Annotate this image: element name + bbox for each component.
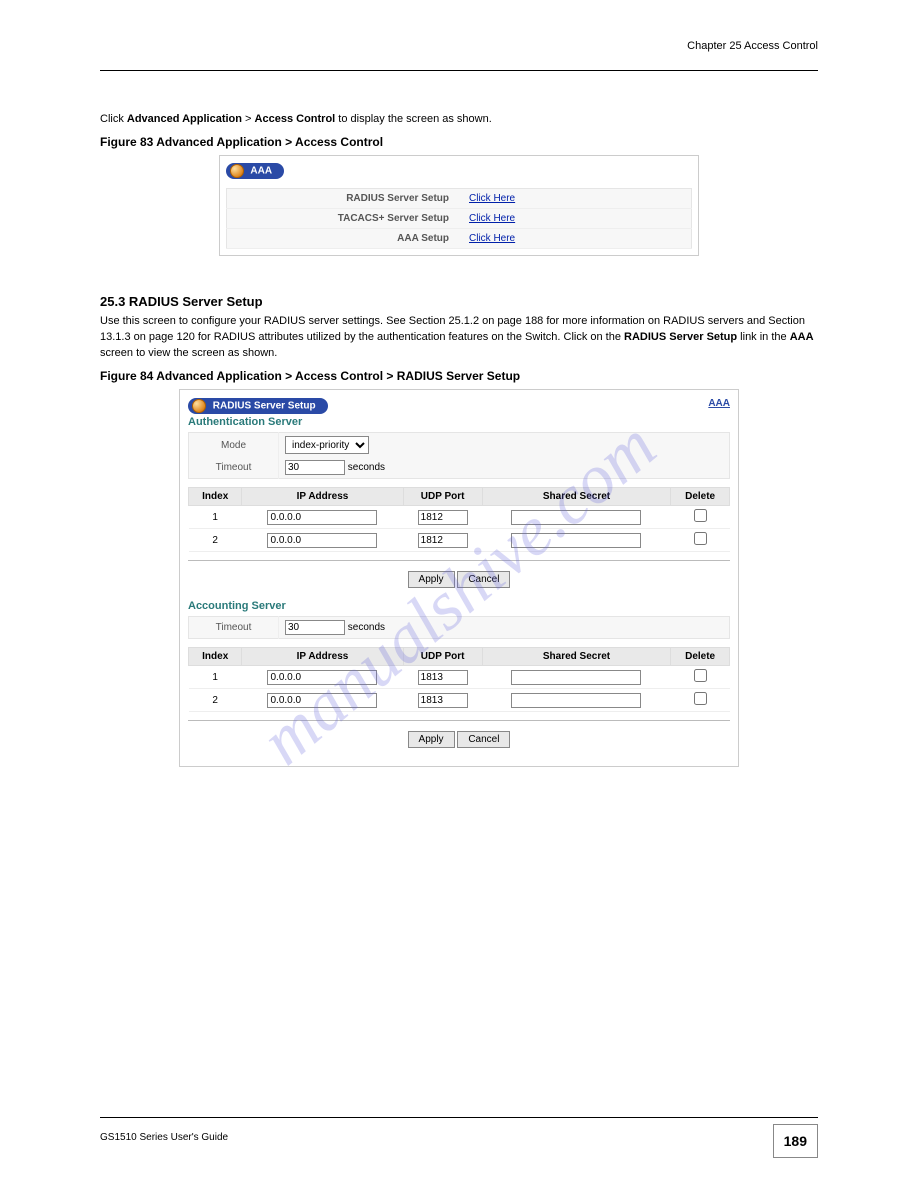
table-header-row: Index IP Address UDP Port Shared Secret … <box>189 488 730 506</box>
chapter-header: Chapter 25 Access Control <box>687 40 818 52</box>
radius-title: RADIUS Server Setup <box>213 401 316 412</box>
auth-ip-input[interactable] <box>267 510 377 525</box>
auth-port-input[interactable] <box>418 510 468 525</box>
aaa-title: AAA <box>250 165 272 176</box>
acct-config-table: Timeout seconds <box>188 616 730 639</box>
acct-timeout-unit: seconds <box>348 622 385 633</box>
acct-timeout-label: Timeout <box>189 617 279 639</box>
top-rule <box>100 70 818 71</box>
acct-ip-input[interactable] <box>267 670 377 685</box>
auth-port-input[interactable] <box>418 533 468 548</box>
acct-server-title: Accounting Server <box>188 600 286 612</box>
radius-panel: AAA RADIUS Server Setup Authentication S… <box>179 389 739 767</box>
aaa-row-label: TACACS+ Server Setup <box>227 209 460 229</box>
col-ip: IP Address <box>242 488 403 506</box>
page-number: 189 <box>773 1124 818 1158</box>
acct-apply-button[interactable]: Apply <box>408 731 455 748</box>
col-index: Index <box>189 488 242 506</box>
aaa-clickhere-link[interactable]: Click Here <box>469 213 515 224</box>
figure2-caption: Figure 84 Advanced Application > Access … <box>100 369 818 383</box>
aaa-row-label: RADIUS Server Setup <box>227 189 460 209</box>
auth-timeout-input[interactable] <box>285 460 345 475</box>
auth-server-title: Authentication Server <box>188 416 302 428</box>
col-delete: Delete <box>671 648 730 666</box>
divider <box>188 720 730 721</box>
cell-index: 2 <box>189 689 242 712</box>
acct-cancel-button[interactable]: Cancel <box>457 731 510 748</box>
radius-pill: RADIUS Server Setup <box>188 398 328 414</box>
orb-icon <box>230 164 244 178</box>
col-ip: IP Address <box>242 648 403 666</box>
auth-ip-input[interactable] <box>267 533 377 548</box>
aaa-row-label: AAA Setup <box>227 229 460 249</box>
acct-delete-checkbox[interactable] <box>694 692 707 705</box>
table-row: 2 <box>189 529 730 552</box>
intro-para: Click Advanced Application > Access Cont… <box>100 111 818 127</box>
auth-timeout-label: Timeout <box>189 457 279 479</box>
mode-label: Mode <box>189 433 279 458</box>
acct-secret-input[interactable] <box>511 693 641 708</box>
mode-select[interactable]: index-priority <box>285 436 369 454</box>
aaa-row: AAA Setup Click Here <box>227 229 692 249</box>
cell-index: 1 <box>189 506 242 529</box>
auth-apply-button[interactable]: Apply <box>408 571 455 588</box>
acct-secret-input[interactable] <box>511 670 641 685</box>
auth-secret-input[interactable] <box>511 510 641 525</box>
acct-port-input[interactable] <box>418 670 468 685</box>
aaa-clickhere-link[interactable]: Click Here <box>469 233 515 244</box>
aaa-links-table: RADIUS Server Setup Click Here TACACS+ S… <box>226 188 692 249</box>
col-index: Index <box>189 648 242 666</box>
cell-index: 2 <box>189 529 242 552</box>
acct-port-input[interactable] <box>418 693 468 708</box>
auth-delete-checkbox[interactable] <box>694 509 707 522</box>
section-heading: 25.3 RADIUS Server Setup <box>100 294 818 309</box>
footer-guide: GS1510 Series User's Guide <box>100 1132 228 1143</box>
breadcrumb-aaa[interactable]: AAA <box>708 398 730 409</box>
acct-timeout-input[interactable] <box>285 620 345 635</box>
aaa-row: RADIUS Server Setup Click Here <box>227 189 692 209</box>
acct-server-table: Index IP Address UDP Port Shared Secret … <box>188 647 730 712</box>
acct-delete-checkbox[interactable] <box>694 669 707 682</box>
col-secret: Shared Secret <box>482 488 670 506</box>
bottom-rule <box>100 1117 818 1118</box>
col-port: UDP Port <box>403 488 482 506</box>
col-port: UDP Port <box>403 648 482 666</box>
aaa-panel: AAA RADIUS Server Setup Click Here TACAC… <box>219 155 699 256</box>
acct-ip-input[interactable] <box>267 693 377 708</box>
aaa-pill: AAA <box>226 163 284 179</box>
figure1-caption: Figure 83 Advanced Application > Access … <box>100 135 818 149</box>
col-delete: Delete <box>671 488 730 506</box>
auth-secret-input[interactable] <box>511 533 641 548</box>
auth-server-table: Index IP Address UDP Port Shared Secret … <box>188 487 730 552</box>
divider <box>188 560 730 561</box>
auth-cancel-button[interactable]: Cancel <box>457 571 510 588</box>
section2-para: Use this screen to configure your RADIUS… <box>100 313 818 361</box>
aaa-clickhere-link[interactable]: Click Here <box>469 193 515 204</box>
cell-index: 1 <box>189 666 242 689</box>
auth-timeout-unit: seconds <box>348 462 385 473</box>
table-row: 1 <box>189 666 730 689</box>
aaa-row: TACACS+ Server Setup Click Here <box>227 209 692 229</box>
auth-delete-checkbox[interactable] <box>694 532 707 545</box>
table-header-row: Index IP Address UDP Port Shared Secret … <box>189 648 730 666</box>
auth-config-table: Mode index-priority Timeout seconds <box>188 432 730 479</box>
col-secret: Shared Secret <box>482 648 670 666</box>
table-row: 1 <box>189 506 730 529</box>
table-row: 2 <box>189 689 730 712</box>
orb-icon <box>192 399 206 413</box>
